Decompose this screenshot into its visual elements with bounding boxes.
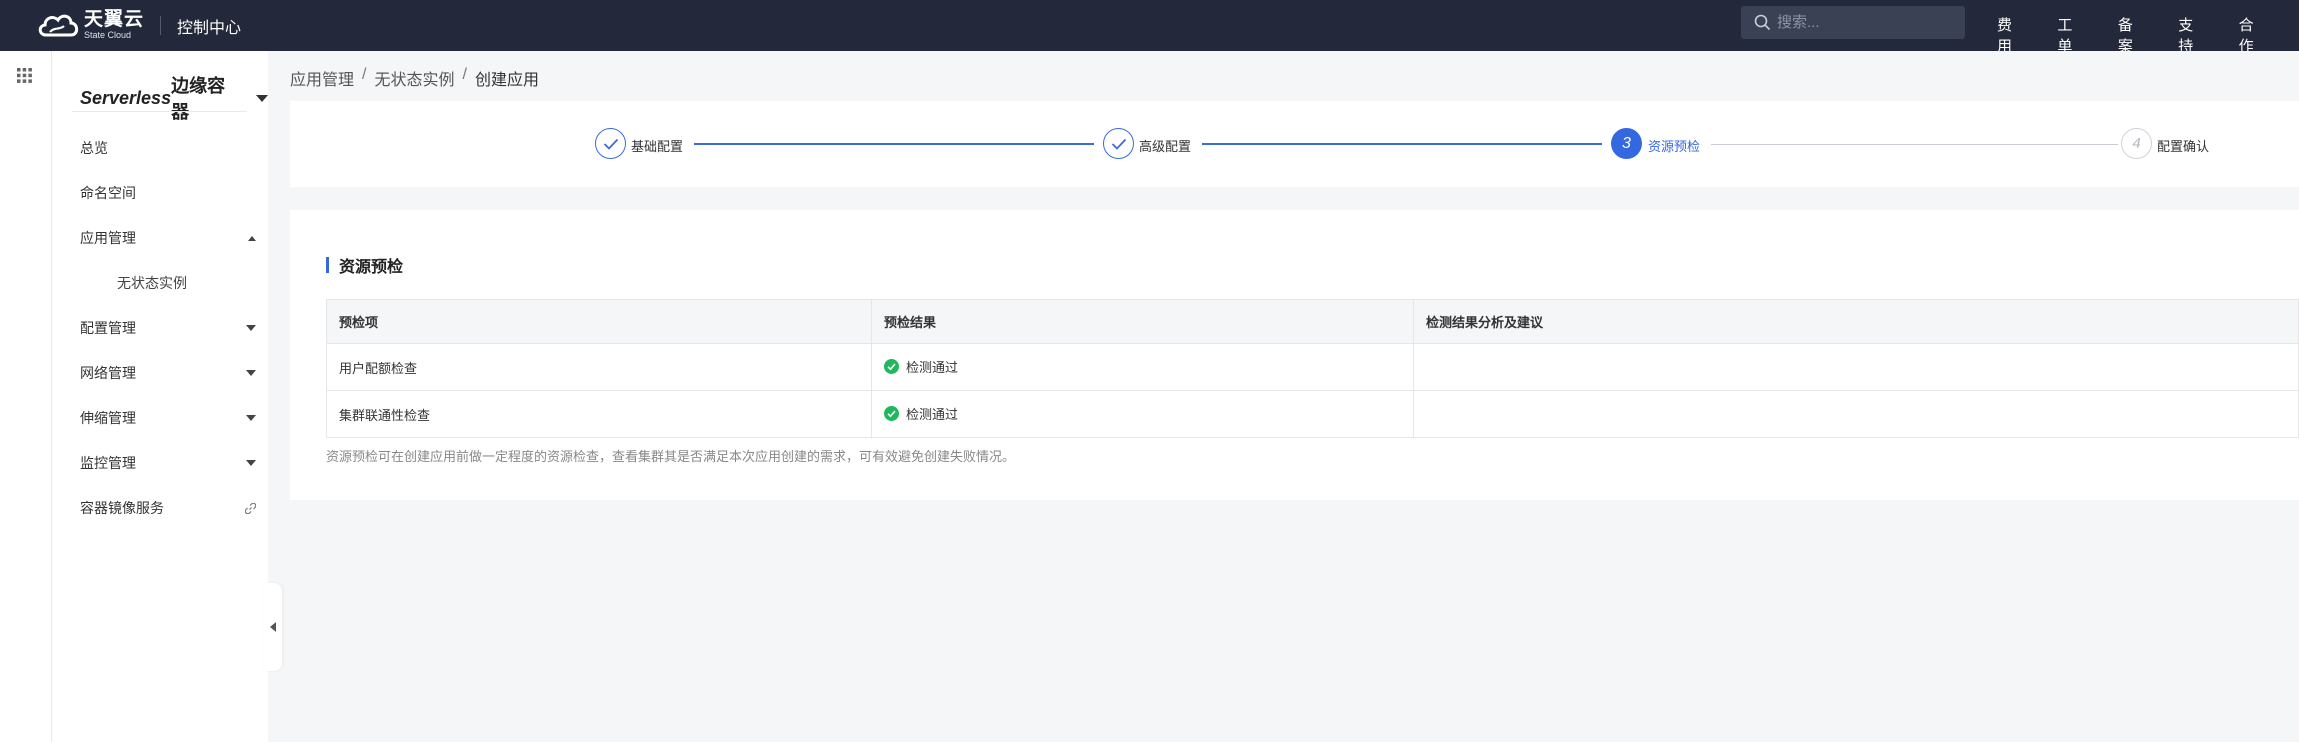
column-header-item: 预检项 xyxy=(326,299,872,344)
caret-up-icon xyxy=(248,235,256,241)
step-connector xyxy=(1711,144,2118,145)
breadcrumb-stateless-instances[interactable]: 无状态实例 xyxy=(374,66,454,90)
sidebar-item-overview[interactable]: 总览 xyxy=(80,133,256,163)
caret-left-icon xyxy=(270,622,276,632)
topbar-divider xyxy=(160,16,161,35)
step-2-check-icon xyxy=(1103,128,1134,159)
sidebar-item-label: 容器镜像服务 xyxy=(80,500,164,516)
precheck-table: 预检项 预检结果 检测结果分析及建议 用户配额检查 检测通过 集群联通性检查 检… xyxy=(326,299,2299,438)
precheck-item: 集群联通性检查 xyxy=(326,390,872,438)
logo[interactable]: 天翼云 State Cloud xyxy=(36,9,144,41)
caret-down-icon xyxy=(246,415,256,421)
sidebar-item-monitoring-management[interactable]: 监控管理 xyxy=(80,448,256,478)
caret-down-icon xyxy=(246,370,256,376)
nav-link-billing[interactable]: 费用 xyxy=(1997,14,2025,56)
breadcrumb-current: 创建应用 xyxy=(474,72,539,89)
nav-link-filing[interactable]: 备案 xyxy=(2118,14,2146,56)
sidebar-item-label: 总览 xyxy=(80,140,108,156)
external-link-icon xyxy=(245,502,256,514)
logo-text: 天翼云 xyxy=(84,9,145,30)
nav-link-ticket[interactable]: 工单 xyxy=(2057,14,2085,56)
sidebar-item-config-management[interactable]: 配置管理 xyxy=(80,313,256,343)
section-title-text: 资源预检 xyxy=(339,259,404,276)
step-4-number: 4 xyxy=(2121,128,2152,159)
success-check-icon xyxy=(884,359,899,374)
console-title[interactable]: 控制中心 xyxy=(177,14,241,38)
column-header-advice: 检测结果分析及建议 xyxy=(1413,299,2299,344)
search-box[interactable] xyxy=(1741,6,1965,39)
search-input[interactable] xyxy=(1777,14,1947,31)
product-title-en: Serverless xyxy=(80,87,172,108)
caret-down-icon xyxy=(246,460,256,466)
step-4-label: 配置确认 xyxy=(2157,139,2210,154)
sidebar-item-label: 应用管理 xyxy=(80,230,136,246)
table-header-row: 预检项 预检结果 检测结果分析及建议 xyxy=(326,299,2299,344)
precheck-advice xyxy=(1413,390,2299,438)
sidebar-item-label: 网络管理 xyxy=(80,365,136,381)
column-header-result: 预检结果 xyxy=(871,299,1414,344)
breadcrumb: 应用管理 / 无状态实例 / 创建应用 xyxy=(290,66,539,90)
breadcrumb-separator: / xyxy=(362,66,367,83)
precheck-result: 检测通过 xyxy=(871,343,1414,391)
sidebar-item-network-management[interactable]: 网络管理 xyxy=(80,358,256,388)
top-navigation-bar: 天翼云 State Cloud 控制中心 费用 工单 备案 支持 合作 xyxy=(0,0,2299,55)
logo-subtext: State Cloud xyxy=(84,30,132,40)
sidebar-item-app-management[interactable]: 应用管理 xyxy=(80,223,256,253)
sidebar-item-label: 无状态实例 xyxy=(117,275,187,291)
sidebar-divider xyxy=(72,111,247,112)
product-switcher[interactable]: Serverless 边缘容器 xyxy=(80,72,268,124)
sidebar: Serverless 边缘容器 总览 命名空间 应用管理 无状态实例 配置管理 … xyxy=(52,51,268,742)
sidebar-item-label: 监控管理 xyxy=(80,455,136,471)
step-3-label: 资源预检 xyxy=(1648,139,1701,154)
sidebar-item-stateless-instances[interactable]: 无状态实例 xyxy=(117,268,257,298)
precheck-card: 资源预检 预检项 预检结果 检测结果分析及建议 用户配额检查 检测通过 集群联通… xyxy=(290,210,2299,500)
caret-down-icon xyxy=(246,325,256,331)
sidebar-item-namespace[interactable]: 命名空间 xyxy=(80,178,256,208)
step-3-number: 3 xyxy=(1611,128,1642,159)
success-check-icon xyxy=(884,406,899,421)
sidebar-collapse-button[interactable] xyxy=(264,583,282,671)
top-nav-links: 费用 工单 备案 支持 合作 xyxy=(1997,14,2299,56)
table-row: 用户配额检查 检测通过 xyxy=(326,343,2299,391)
caret-down-icon xyxy=(256,94,268,102)
icon-rail xyxy=(0,51,52,742)
step-connector xyxy=(1202,143,1602,145)
step-1-label: 基础配置 xyxy=(631,139,684,154)
breadcrumb-app-management[interactable]: 应用管理 xyxy=(290,66,354,90)
nav-link-support[interactable]: 支持 xyxy=(2178,14,2206,56)
step-1-check-icon xyxy=(595,128,626,159)
sidebar-item-label: 命名空间 xyxy=(80,185,136,201)
result-text: 检测通过 xyxy=(906,360,959,375)
precheck-advice xyxy=(1413,343,2299,391)
step-connector xyxy=(694,143,1094,145)
nav-link-partner[interactable]: 合作 xyxy=(2239,14,2267,56)
result-text: 检测通过 xyxy=(906,407,959,422)
precheck-note: 资源预检可在创建应用前做一定程度的资源检查，查看集群其是否满足本次应用创建的需求… xyxy=(326,449,1016,464)
title-accent-bar xyxy=(326,257,329,273)
breadcrumb-separator: / xyxy=(462,66,467,83)
cloud-logo-icon xyxy=(38,14,79,37)
precheck-result: 检测通过 xyxy=(871,390,1414,438)
wizard-steps: 基础配置 高级配置 3 资源预检 4 配置确认 xyxy=(290,101,2299,187)
app-grid-icon[interactable] xyxy=(17,68,32,83)
precheck-item: 用户配额检查 xyxy=(326,343,872,391)
sidebar-item-label: 配置管理 xyxy=(80,320,136,336)
sidebar-item-label: 伸缩管理 xyxy=(80,410,136,426)
section-title: 资源预检 xyxy=(326,253,403,277)
product-title-cn: 边缘容器 xyxy=(171,76,226,122)
sidebar-item-container-registry[interactable]: 容器镜像服务 xyxy=(80,493,256,523)
search-icon xyxy=(1754,14,1771,31)
sidebar-item-scaling-management[interactable]: 伸缩管理 xyxy=(80,403,256,433)
table-row: 集群联通性检查 检测通过 xyxy=(326,390,2299,438)
step-2-label: 高级配置 xyxy=(1139,139,1192,154)
